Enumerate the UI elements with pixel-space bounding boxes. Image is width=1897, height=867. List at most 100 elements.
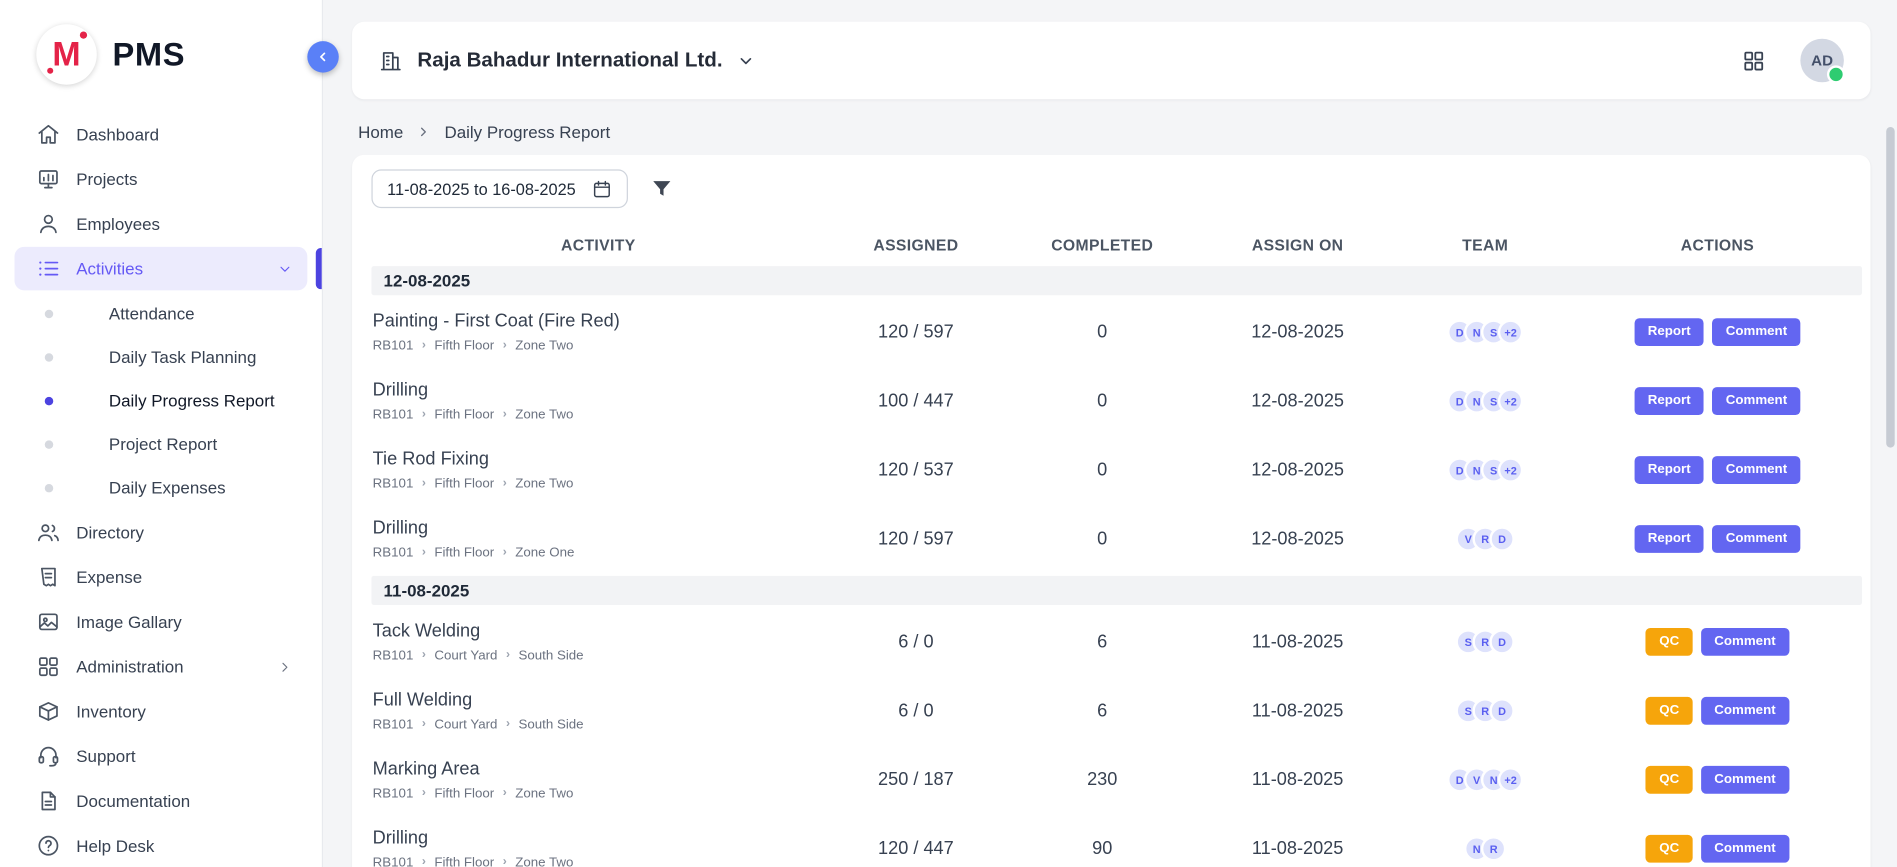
activity-path-part: RB101 (373, 339, 414, 354)
documentation-icon (36, 789, 60, 813)
activity-path-part: RB101 (373, 546, 414, 561)
comment-button[interactable]: Comment (1701, 697, 1789, 725)
breadcrumb-home[interactable]: Home (358, 122, 403, 141)
sidebar-subitem-project-report[interactable]: Project Report (0, 422, 322, 466)
activity-path-part: RB101 (373, 855, 414, 867)
sidebar-item-inventory[interactable]: Inventory (15, 690, 308, 734)
report-button[interactable]: Report (1634, 387, 1704, 415)
qc-button[interactable]: QC (1646, 835, 1693, 863)
administration-icon (36, 655, 60, 679)
report-button[interactable]: Report (1634, 318, 1704, 346)
scrollbar-thumb[interactable] (1886, 127, 1894, 448)
activity-path-part: Fifth Floor (434, 786, 494, 801)
user-avatar[interactable]: AD (1800, 39, 1844, 83)
sidebar-item-projects[interactable]: Projects (15, 157, 308, 201)
page: M PMS DashboardProjectsEmployeesActiviti… (0, 0, 1897, 867)
completed-cell: 0 (1007, 322, 1198, 343)
assigned-cell: 250 / 187 (825, 769, 1006, 790)
main-area: Raja Bahadur International Ltd. AD Home (323, 0, 1897, 867)
qc-button[interactable]: QC (1646, 628, 1693, 656)
activity-name: Drilling (373, 828, 826, 849)
qc-button[interactable]: QC (1646, 697, 1693, 725)
sidebar-subitem-attendance[interactable]: Attendance (0, 292, 322, 336)
directory-icon (36, 520, 60, 544)
comment-button[interactable]: Comment (1712, 525, 1800, 553)
sidebar-subitem-label: Project Report (109, 434, 217, 453)
comment-button[interactable]: Comment (1701, 835, 1789, 863)
bullet-dot-icon (45, 353, 53, 361)
actions-cell: Report Comment (1573, 318, 1862, 346)
sidebar-subitem-label: Daily Expenses (109, 478, 226, 497)
sidebar-item-image-gallary[interactable]: Image Gallary (15, 600, 308, 644)
comment-button[interactable]: Comment (1712, 318, 1800, 346)
filter-funnel-icon[interactable] (650, 177, 674, 201)
chevron-right-icon: › (503, 857, 507, 867)
team-avatar[interactable]: D (1489, 526, 1514, 551)
table-row: Tack WeldingRB101›Court Yard›South Side6… (371, 607, 1862, 676)
sidebar-subitem-daily-task-planning[interactable]: Daily Task Planning (0, 335, 322, 379)
sidebar-item-documentation[interactable]: Documentation (15, 779, 308, 823)
sidebar-subitem-daily-progress-report[interactable]: Daily Progress Report (0, 379, 322, 423)
calendar-icon (592, 178, 613, 199)
activity-path: RB101›Fifth Floor›Zone Two (373, 339, 826, 354)
qc-button[interactable]: QC (1646, 766, 1693, 794)
team-avatar[interactable]: D (1489, 698, 1514, 723)
activity-cell: Tie Rod FixingRB101›Fifth Floor›Zone Two (371, 449, 825, 491)
sidebar-item-help-desk[interactable]: Help Desk (15, 824, 308, 867)
table-group-date: 12-08-2025 (371, 266, 1862, 295)
content-card: 11-08-2025 to 16-08-2025 ACTIVITY ASSIGN… (352, 155, 1870, 867)
table-body: 12-08-2025Painting - First Coat (Fire Re… (371, 266, 1862, 867)
activity-path-part: Zone One (515, 546, 574, 561)
table-row: Tie Rod FixingRB101›Fifth Floor›Zone Two… (371, 436, 1862, 505)
report-button[interactable]: Report (1634, 456, 1704, 484)
team-avatar[interactable]: R (1481, 836, 1506, 861)
completed-cell: 6 (1007, 701, 1198, 722)
apps-grid-icon[interactable] (1741, 48, 1766, 73)
sidebar-nav: DashboardProjectsEmployeesActivitiesAtte… (0, 109, 322, 867)
topbar-right: AD (1741, 39, 1844, 83)
sidebar-item-label: Expense (76, 567, 142, 586)
activity-path-part: Fifth Floor (434, 477, 494, 492)
column-header-activity: ACTIVITY (371, 235, 825, 253)
assigned-cell: 120 / 597 (825, 322, 1006, 343)
window-scrollbar[interactable] (1886, 0, 1896, 867)
assign-on-cell: 11-08-2025 (1198, 632, 1398, 653)
activity-cell: DrillingRB101›Fifth Floor›Zone Two (371, 828, 825, 867)
activity-path-part: Fifth Floor (434, 546, 494, 561)
team-more-badge[interactable]: +2 (1498, 767, 1523, 792)
sidebar-item-activities[interactable]: Activities (15, 247, 308, 291)
sidebar-item-support[interactable]: Support (15, 734, 308, 778)
breadcrumb: Home Daily Progress Report (352, 99, 1870, 155)
activity-path-part: Fifth Floor (434, 408, 494, 423)
sidebar-collapse-button[interactable] (307, 41, 338, 72)
report-button[interactable]: Report (1634, 525, 1704, 553)
comment-button[interactable]: Comment (1712, 387, 1800, 415)
sidebar-item-directory[interactable]: Directory (15, 511, 308, 555)
sidebar-item-employees[interactable]: Employees (15, 202, 308, 246)
comment-button[interactable]: Comment (1701, 628, 1789, 656)
comment-button[interactable]: Comment (1712, 456, 1800, 484)
team-avatar[interactable]: D (1489, 629, 1514, 654)
team-cell: DNS+2 (1397, 388, 1572, 413)
sidebar-item-administration[interactable]: Administration (15, 645, 308, 689)
date-range-input[interactable]: 11-08-2025 to 16-08-2025 (371, 169, 627, 208)
inventory-icon (36, 699, 60, 723)
team-more-badge[interactable]: +2 (1498, 457, 1523, 482)
assigned-cell: 120 / 447 (825, 838, 1006, 859)
team-cell: SRD (1397, 629, 1572, 654)
topbar: Raja Bahadur International Ltd. AD (352, 22, 1870, 99)
actions-cell: Report Comment (1573, 387, 1862, 415)
activity-name: Drilling (373, 380, 826, 401)
sidebar-subitem-daily-expenses[interactable]: Daily Expenses (0, 466, 322, 510)
company-selector[interactable]: Raja Bahadur International Ltd. (379, 48, 756, 72)
sidebar-item-expense[interactable]: Expense (15, 555, 308, 599)
team-more-badge[interactable]: +2 (1498, 388, 1523, 413)
sidebar-item-dashboard[interactable]: Dashboard (15, 113, 308, 157)
chevron-right-icon: › (503, 409, 507, 421)
team-more-badge[interactable]: +2 (1498, 319, 1523, 344)
helpdesk-icon (36, 834, 60, 858)
activity-cell: Full WeldingRB101›Court Yard›South Side (371, 690, 825, 732)
assign-on-cell: 12-08-2025 (1198, 529, 1398, 550)
comment-button[interactable]: Comment (1701, 766, 1789, 794)
chevron-right-icon: › (422, 409, 426, 421)
